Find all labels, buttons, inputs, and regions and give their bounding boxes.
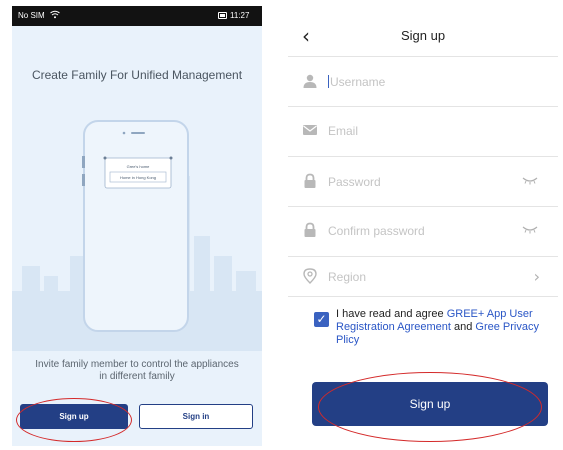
agreement-prefix: I have read and agree [336, 308, 447, 320]
chevron-right-icon: › [533, 267, 540, 286]
intro-headline: Create Family For Unified Management [31, 68, 243, 82]
invite-description: Invite family member to control the appl… [35, 359, 239, 382]
agreement-checkbox[interactable]: ✓ [314, 312, 329, 327]
clock: 11:27 [230, 11, 250, 20]
phone-illustration [82, 120, 189, 332]
confirm-password-field[interactable]: Confirm password [288, 213, 558, 249]
user-icon [302, 73, 318, 89]
battery-icon [218, 12, 227, 19]
username-placeholder-text: Username [330, 75, 386, 89]
envelope-icon [302, 122, 318, 138]
lock-icon [302, 173, 318, 189]
page-title: Sign up [400, 28, 446, 43]
divider [288, 256, 558, 257]
email-placeholder: Email [328, 124, 359, 138]
location-pin-icon [302, 268, 318, 284]
text-cursor [328, 75, 329, 88]
agreement-middle: and [450, 321, 476, 333]
password-placeholder: Password [328, 175, 381, 189]
family-card: Gree's home Home in Hong Kong [103, 156, 173, 189]
signup-button[interactable]: Sign up [20, 404, 128, 429]
card-line-2: Home in Hong Kong [120, 175, 156, 180]
divider [288, 206, 558, 207]
agreement-text: I have read and agree GREE+ App User Reg… [336, 308, 546, 347]
status-bar: No SIM 11:27 [12, 6, 262, 26]
divider [288, 296, 558, 297]
divider [288, 56, 558, 57]
family-illustration: Gree's home Home in Hong Kong [12, 120, 262, 351]
username-field[interactable]: Username [288, 64, 558, 100]
username-placeholder: Username [328, 75, 385, 89]
password-field[interactable]: Password [288, 164, 558, 200]
signup-form-screen: ‹ Sign up Username Email Password Confir… [288, 6, 558, 446]
signin-button[interactable]: Sign in [139, 404, 253, 429]
submit-signup-button[interactable]: Sign up [312, 382, 548, 426]
lock-icon [302, 222, 318, 238]
email-field[interactable]: Email [288, 113, 558, 149]
divider [288, 106, 558, 107]
screenshot-canvas: No SIM 11:27 Create Family For Unified M… [0, 0, 563, 450]
carrier-label: No SIM [18, 11, 45, 20]
wifi-icon [50, 10, 60, 21]
eye-closed-icon[interactable] [522, 224, 538, 237]
confirm-password-placeholder: Confirm password [328, 224, 425, 238]
region-placeholder: Region [328, 270, 367, 284]
nav-bar: ‹ Sign up [288, 20, 558, 52]
divider [288, 156, 558, 157]
card-line-1: Gree's home [127, 164, 151, 169]
family-intro-screen: No SIM 11:27 Create Family For Unified M… [12, 6, 262, 446]
eye-closed-icon[interactable] [522, 175, 538, 188]
region-selector[interactable]: Region › [288, 259, 558, 295]
page-indicator [124, 438, 152, 442]
